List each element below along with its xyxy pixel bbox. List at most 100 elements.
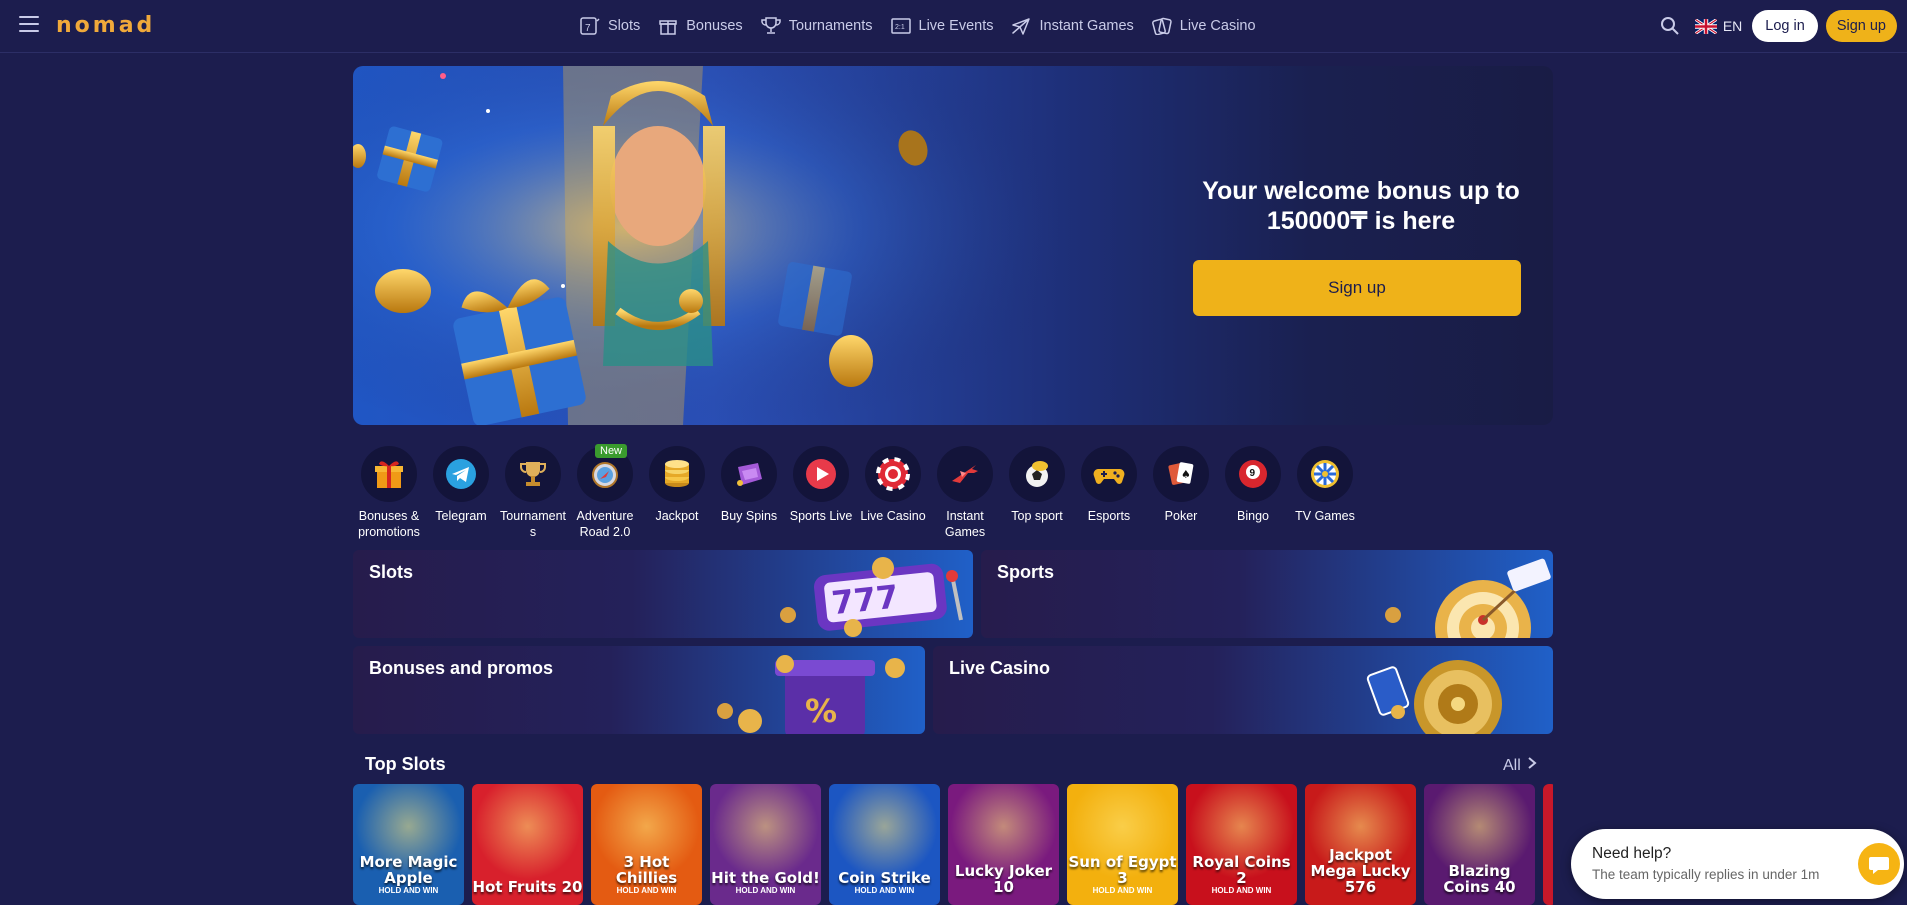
header-actions: EN Log in Sign up: [1653, 10, 1897, 42]
tile-sports[interactable]: Sports: [981, 550, 1553, 638]
slot-game-name: Lucky Joker 10: [954, 862, 1053, 896]
menu-icon[interactable]: [19, 16, 39, 34]
hero-signup-button[interactable]: Sign up: [1193, 260, 1521, 316]
category-label: Telegram: [435, 509, 487, 523]
nav-tournaments[interactable]: Tournaments: [760, 17, 873, 35]
slot-game-tile[interactable]: Coin Strike HOLD AND WIN: [829, 784, 940, 905]
tile-live-casino[interactable]: Live Casino: [933, 646, 1553, 734]
slot-game-name: 3 Hot Chillies: [615, 853, 678, 887]
slot-game-tile[interactable]: [1543, 784, 1553, 905]
category-label: Esports: [1087, 509, 1131, 523]
cards-icon: [1151, 17, 1172, 35]
category-label: Jackpot: [655, 509, 699, 523]
help-subtitle: The team typically replies in under 1m: [1592, 867, 1820, 882]
nav-instant-games[interactable]: Instant Games: [1011, 17, 1134, 35]
category-instant-games[interactable]: Instant Games: [929, 446, 1001, 540]
header-signup-button[interactable]: Sign up: [1825, 10, 1897, 42]
category-label: Adventure Road 2.0: [576, 509, 634, 539]
roulette-icon: [1366, 660, 1502, 734]
slot-game-subtitle: HOLD AND WIN: [616, 886, 677, 895]
category-label: Bingo: [1237, 509, 1269, 523]
nav-bonuses[interactable]: Bonuses: [658, 17, 743, 35]
slot-game-subtitle: HOLD AND WIN: [854, 886, 915, 895]
trophy-icon: [505, 446, 561, 502]
svg-text:777: 777: [830, 577, 900, 622]
category-esports[interactable]: Esports: [1073, 446, 1145, 540]
logo[interactable]: nomad: [56, 13, 155, 38]
category-buy-spins[interactable]: Buy Spins: [713, 446, 785, 540]
slot-game-tile[interactable]: Hit the Gold! HOLD AND WIN: [710, 784, 821, 905]
target-icon: [1385, 558, 1551, 638]
play-icon: [793, 446, 849, 502]
gift-icon: [658, 17, 678, 35]
top-slots-carousel: More Magic Apple HOLD AND WIN Hot Fruits 2…: [353, 784, 1553, 905]
category-top-sport[interactable]: Top sport: [1001, 446, 1073, 540]
tile-title: Bonuses and promos: [369, 658, 554, 678]
language-label: EN: [1722, 18, 1743, 34]
category-label: Live Casino: [860, 509, 926, 523]
svg-text:7: 7: [585, 23, 591, 34]
slot-game-tile[interactable]: Royal Coins 2 HOLD AND WIN: [1186, 784, 1297, 905]
plane-icon: [1011, 17, 1031, 35]
svg-text:9: 9: [1250, 468, 1256, 479]
category-label: Sports Live: [789, 509, 853, 523]
trophy-icon: [760, 17, 781, 35]
nav-label: Slots: [608, 18, 641, 34]
gamepad-icon: [1081, 446, 1137, 502]
tile-slots[interactable]: Slots 777: [353, 550, 973, 638]
nav-live-casino[interactable]: Live Casino: [1151, 17, 1256, 35]
slot-game-tile[interactable]: Sun of Egypt 3 HOLD AND WIN: [1067, 784, 1178, 905]
soccer-ball-icon: [1009, 446, 1065, 502]
category-adventure-road[interactable]: New Adventure Road 2.0: [569, 444, 641, 540]
category-tournaments[interactable]: Tournament s: [497, 446, 569, 540]
category-tv-games[interactable]: TV Games: [1289, 446, 1361, 540]
tile-title: Sports: [997, 562, 1055, 582]
category-label: Top sport: [1011, 509, 1063, 523]
nav-slots[interactable]: 7 Slots: [580, 17, 640, 35]
all-slots-link[interactable]: All: [1503, 756, 1537, 775]
slot-game-subtitle: HOLD AND WIN: [735, 886, 796, 895]
bingo-ball-icon: 9: [1225, 446, 1281, 502]
nav-label: Bonuses: [686, 18, 743, 34]
category-live-casino[interactable]: Live Casino: [857, 446, 929, 540]
top-header: nomad 7 Slots Bonuses Tournaments 2:1 Li…: [0, 0, 1907, 53]
slot-game-name: Sun of Egypt 3: [1068, 853, 1177, 887]
slot-game-name: Jackpot Mega Lucky 576: [1310, 846, 1411, 896]
slot-game-tile[interactable]: Blazing Coins 40: [1424, 784, 1535, 905]
tile-title: Live Casino: [949, 658, 1051, 678]
slot-game-name: Blazing Coins 40: [1443, 862, 1516, 896]
nav-live-events[interactable]: 2:1 Live Events: [890, 17, 994, 35]
category-bingo[interactable]: 9 Bingo: [1217, 446, 1289, 540]
nav-label: Live Casino: [1179, 18, 1256, 34]
tile-bonuses[interactable]: Bonuses and promos %: [353, 646, 925, 734]
category-poker[interactable]: ♠ Poker: [1145, 446, 1217, 540]
category-bonuses[interactable]: Bonuses & promotions: [353, 446, 425, 540]
login-button[interactable]: Log in: [1752, 10, 1818, 42]
tile-title: Slots: [369, 562, 414, 582]
slot-game-tile[interactable]: Jackpot Mega Lucky 576: [1305, 784, 1416, 905]
all-label: All: [1503, 756, 1521, 774]
help-chat-widget[interactable]: Need help? The team typically replies in…: [1571, 829, 1904, 899]
slot-game-tile[interactable]: Hot Fruits 20: [472, 784, 583, 905]
welcome-banner[interactable]: Your welcome bonus up to 150000₸ is here…: [353, 66, 1553, 425]
nav-label: Live Events: [918, 18, 994, 34]
category-label: Bonuses & promotions: [358, 509, 420, 539]
language-selector[interactable]: EN: [1694, 18, 1743, 34]
plane-icon: [937, 446, 993, 502]
search-icon[interactable]: [1653, 10, 1687, 42]
category-label: Tournament s: [500, 509, 567, 539]
nav-label: Instant Games: [1039, 18, 1134, 34]
svg-text:♠: ♠: [1181, 468, 1191, 481]
category-jackpot[interactable]: Jackpot: [641, 446, 713, 540]
slot-game-tile[interactable]: Lucky Joker 10: [948, 784, 1059, 905]
svg-text:%: %: [805, 692, 837, 730]
slot-game-tile[interactable]: 3 Hot Chillies HOLD AND WIN: [591, 784, 702, 905]
chat-bubble-icon[interactable]: [1858, 843, 1900, 885]
category-label: Poker: [1164, 509, 1198, 523]
slot-game-tile[interactable]: More Magic Apple HOLD AND WIN: [353, 784, 464, 905]
category-telegram[interactable]: Telegram: [425, 446, 497, 540]
slot-machine-icon: 777: [780, 557, 963, 637]
category-shortcuts: Bonuses & promotions Telegram Tournament…: [353, 444, 1361, 540]
section-title: Top Slots: [365, 754, 446, 774]
category-sports-live[interactable]: Sports Live: [785, 446, 857, 540]
